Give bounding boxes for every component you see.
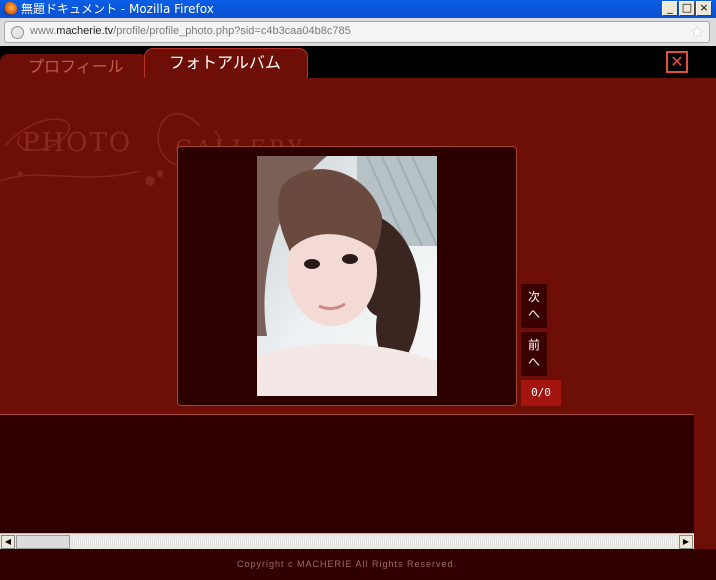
footer: Copyright c MACHERIE All Rights Reserved… [0, 549, 716, 580]
tab-photo-album[interactable]: フォトアルバム [144, 48, 308, 78]
profile-photo [257, 156, 437, 396]
copyright-text: Copyright c MACHERIE All Rights Reserved… [236, 559, 458, 569]
vertical-scroll-area [694, 414, 716, 534]
url-text[interactable]: www.macherie.tv/profile/profile_photo.ph… [30, 25, 351, 37]
scrollbar-thumb[interactable] [16, 535, 70, 549]
close-icon[interactable]: ✕ [666, 51, 688, 73]
watermark-text-photo: PHOTO [22, 128, 132, 158]
scroll-right-icon[interactable]: ▶ [679, 535, 693, 549]
window-controls: _ □ × [662, 1, 712, 16]
window-title: 無題ドキュメント - Mozilla Firefox [21, 2, 214, 16]
horizontal-scrollbar[interactable]: ◀ ▶ [0, 533, 694, 549]
lower-panel [0, 414, 694, 534]
photo-counter: 0/0 [521, 380, 561, 406]
maximize-button[interactable]: □ [679, 1, 695, 16]
bookmark-star-icon[interactable]: ★ [691, 23, 704, 41]
url-field[interactable]: www.macherie.tv/profile/profile_photo.ph… [4, 21, 710, 43]
firefox-icon [3, 2, 17, 16]
address-bar: www.macherie.tv/profile/profile_photo.ph… [0, 18, 716, 46]
scrollbar-track[interactable] [72, 538, 676, 546]
photo-frame [177, 146, 517, 406]
tab-profile[interactable]: プロフィール [0, 54, 148, 78]
window-title-bar: 無題ドキュメント - Mozilla Firefox _ □ × [0, 0, 716, 18]
site-identity-icon[interactable] [11, 26, 24, 39]
scroll-left-icon[interactable]: ◀ [1, 535, 15, 549]
photo-gallery-panel: PHOTO GALLERY [0, 78, 694, 414]
next-button[interactable]: 次 へ [521, 284, 547, 328]
prev-button[interactable]: 前 へ [521, 332, 547, 376]
close-window-button[interactable]: × [696, 1, 712, 16]
minimize-button[interactable]: _ [662, 1, 678, 16]
